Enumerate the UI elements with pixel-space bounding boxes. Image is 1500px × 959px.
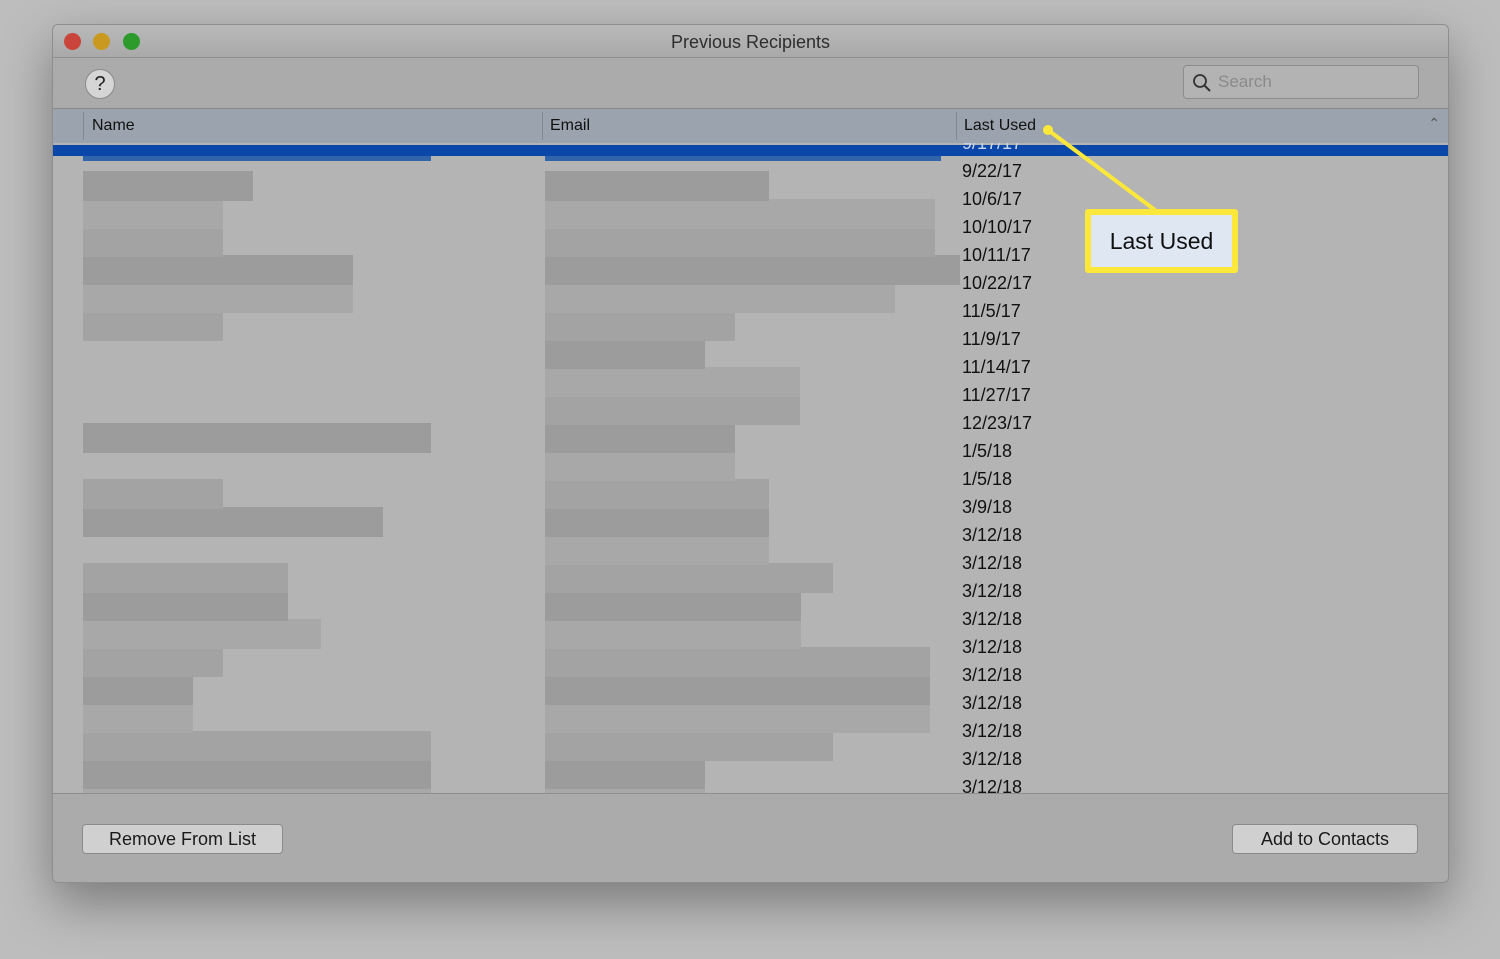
last-used-callout: Last Used [1085,209,1238,273]
callout-pointer [1043,125,1157,212]
